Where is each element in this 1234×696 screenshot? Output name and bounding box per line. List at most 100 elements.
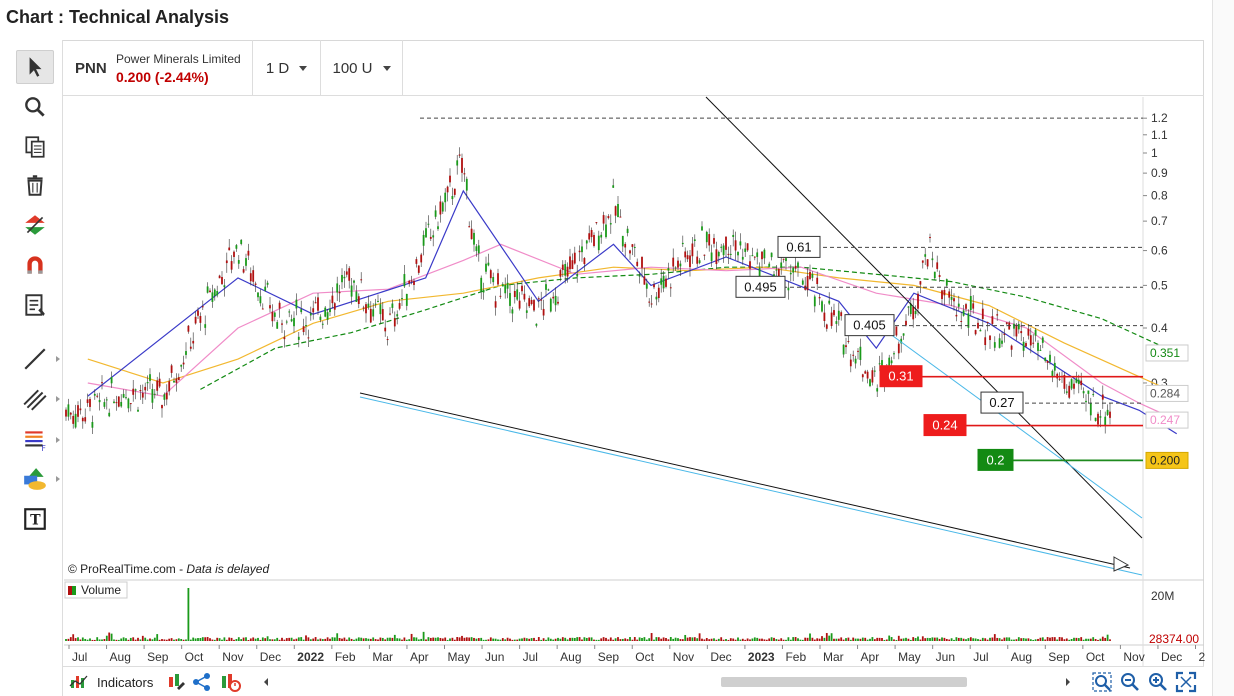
candle-body <box>461 157 463 173</box>
candle-body <box>890 360 893 364</box>
candle-body <box>69 412 72 415</box>
candle-body <box>1109 411 1111 418</box>
volume-bar <box>885 639 888 641</box>
volume-bar <box>65 639 67 641</box>
share-icon[interactable] <box>191 671 213 693</box>
candle-body <box>273 312 276 317</box>
volume-bar <box>201 637 204 641</box>
volume-bar <box>768 638 771 641</box>
candle-body <box>619 216 622 218</box>
volume-bar <box>170 638 173 641</box>
volume-bar <box>578 637 581 641</box>
volume-bar <box>405 639 408 641</box>
candle-body <box>192 340 195 344</box>
volume-bar <box>1032 639 1035 641</box>
candle-body <box>873 370 876 372</box>
candles-edit-icon[interactable] <box>165 671 187 693</box>
volume-bar <box>638 637 641 641</box>
volume-swatch <box>68 586 72 595</box>
candle-body <box>391 303 394 308</box>
volume-bar <box>811 637 814 641</box>
candle-body <box>581 246 583 253</box>
volume-bar <box>269 639 271 641</box>
volume-bar <box>98 639 101 641</box>
volume-bar <box>828 635 831 641</box>
volume-bar <box>914 638 917 641</box>
candle-body <box>938 275 941 277</box>
volume-bar <box>919 639 922 641</box>
x-tick-label: Sep <box>147 650 169 664</box>
volume-bar <box>473 637 475 641</box>
volume-bar <box>953 639 955 641</box>
volume-bar <box>432 637 435 641</box>
volume-bar <box>254 638 257 641</box>
volume-bar <box>881 637 883 641</box>
volume-bar <box>501 638 504 641</box>
zoom-area-icon[interactable] <box>1091 671 1113 693</box>
volume-bar <box>401 639 403 641</box>
scroll-left-icon[interactable] <box>259 673 273 691</box>
candle-body <box>180 364 183 367</box>
candle-body <box>657 287 660 299</box>
zoom-out-icon[interactable] <box>1119 671 1141 693</box>
candle-body <box>617 203 619 218</box>
candle-body <box>849 359 852 367</box>
volume-bar <box>883 639 886 641</box>
fullscreen-icon[interactable] <box>1175 671 1197 693</box>
volume-bar <box>465 637 468 641</box>
candle-body <box>173 380 175 383</box>
candle-body <box>624 243 627 248</box>
x-tick-label: Nov <box>1123 650 1144 664</box>
volume-bar <box>204 637 207 641</box>
time-scrollbar-thumb[interactable] <box>721 677 967 687</box>
volume-bar <box>403 637 406 641</box>
volume-bar <box>893 639 895 641</box>
volume-bar <box>614 638 617 641</box>
candle-body <box>734 240 737 251</box>
time-scrollbar[interactable] <box>273 676 1073 688</box>
axis-value-label: 0.284 <box>1150 386 1180 400</box>
volume-bar <box>559 638 562 641</box>
candle-body <box>737 251 739 256</box>
volume-bar <box>576 637 579 641</box>
volume-bar <box>773 637 775 641</box>
candle-body <box>125 397 127 399</box>
candle-body <box>115 402 118 404</box>
candle-body <box>948 291 951 298</box>
credits-text: © ProRealTime.com - Data is delayed <box>68 562 269 576</box>
volume-bar <box>585 637 588 641</box>
candle-body <box>549 298 552 312</box>
volume-bar <box>1034 639 1037 641</box>
volume-bar <box>962 638 965 641</box>
zoom-in-icon[interactable] <box>1147 671 1169 693</box>
volume-bar <box>314 637 317 641</box>
candle-body <box>1025 343 1027 347</box>
candle-body <box>288 311 291 313</box>
candle-body <box>1070 379 1073 389</box>
candle-body <box>362 307 365 309</box>
volume-bar <box>1049 637 1051 641</box>
volume-bar <box>139 639 142 641</box>
volume-bar <box>237 637 240 641</box>
volume-bar <box>965 639 967 641</box>
volume-bar <box>1017 637 1020 641</box>
price-chart[interactable]: 1.21.110.90.80.70.60.50.40.3Jul Aug Sep Oct… <box>0 0 1234 696</box>
volume-bar <box>518 638 521 641</box>
volume-bar <box>631 639 634 641</box>
candle-body <box>129 403 132 405</box>
x-tick-label: Feb <box>335 650 356 664</box>
alert-settings-icon[interactable] <box>219 671 241 693</box>
volume-bar <box>369 638 372 641</box>
candle-body <box>266 282 269 285</box>
candle-body <box>67 404 70 417</box>
scroll-right-icon[interactable] <box>1061 673 1075 691</box>
volume-bar <box>1044 639 1047 641</box>
volume-bar <box>602 637 605 641</box>
candle-body <box>703 254 706 256</box>
candle-body <box>81 417 84 422</box>
candle-body <box>261 308 264 310</box>
indicators-button[interactable]: Indicators <box>69 671 153 693</box>
x-tick-label: Oct <box>1086 650 1105 664</box>
candle-body <box>749 261 751 269</box>
volume-bar <box>153 637 156 641</box>
